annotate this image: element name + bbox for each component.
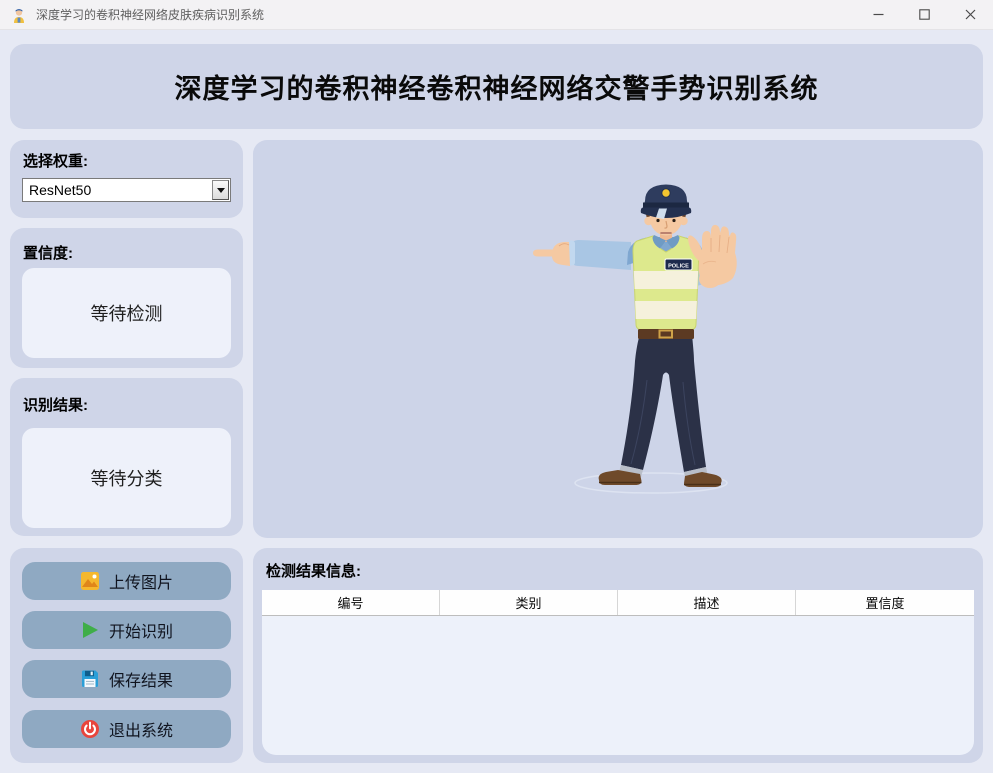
column-category: 类别 <box>440 590 618 615</box>
results-table-header: 编号 类别 描述 置信度 <box>262 590 974 616</box>
police-cap <box>640 184 692 219</box>
traffic-police-illustration: POLICE <box>513 180 753 495</box>
window-title: 深度学习的卷积神经网络皮肤疾病识别系统 <box>36 8 265 22</box>
header-banner: 深度学习的卷积神经卷积神经网络交警手势识别系统 <box>10 44 983 129</box>
start-recognition-label: 开始识别 <box>108 624 173 641</box>
minimize-icon <box>873 13 883 16</box>
eye-left <box>656 218 660 223</box>
pants <box>621 334 706 472</box>
result-label: 识别结果: <box>23 397 88 414</box>
svg-text:POLICE: POLICE <box>668 263 689 269</box>
pointing-arm <box>533 240 631 270</box>
police-badge: POLICE <box>664 258 693 271</box>
exit-system-label: 退出系统 <box>108 723 173 740</box>
weights-section: 选择权重: ResNet50 <box>10 140 243 218</box>
confidence-label: 置信度: <box>23 245 73 262</box>
cap-badge <box>661 188 671 198</box>
eye-right <box>672 218 676 223</box>
power-icon <box>80 719 100 739</box>
save-icon <box>80 669 100 689</box>
upload-image-label: 上传图片 <box>108 575 173 592</box>
play-icon <box>80 620 100 640</box>
maximize-button[interactable] <box>901 0 947 30</box>
column-description: 描述 <box>618 590 796 615</box>
column-id: 编号 <box>262 590 440 615</box>
weights-label: 选择权重: <box>23 153 88 170</box>
save-result-label: 保存结果 <box>108 673 173 690</box>
weights-dropdown[interactable]: ResNet50 <box>22 178 231 202</box>
result-section: 识别结果: 等待分类 <box>10 378 243 536</box>
belt <box>638 329 694 339</box>
officer-head <box>640 184 692 236</box>
result-value-box: 等待分类 <box>22 428 231 528</box>
results-label: 检测结果信息: <box>266 563 361 580</box>
results-table-body[interactable] <box>262 616 974 755</box>
close-button[interactable] <box>947 0 993 30</box>
save-result-button[interactable]: 保存结果 <box>22 660 231 698</box>
close-icon <box>965 9 975 20</box>
start-recognition-button[interactable]: 开始识别 <box>22 611 231 649</box>
minimize-button[interactable] <box>855 0 901 30</box>
dropdown-arrow-icon[interactable] <box>212 180 229 200</box>
results-section: 检测结果信息: 编号 类别 描述 置信度 <box>253 548 983 763</box>
upload-image-button[interactable]: 上传图片 <box>22 562 231 600</box>
weights-selected-value: ResNet50 <box>29 182 92 198</box>
titlebar: 深度学习的卷积神经网络皮肤疾病识别系统 <box>0 0 993 30</box>
confidence-section: 置信度: 等待检测 <box>10 228 243 368</box>
app-window-icon <box>10 6 28 24</box>
confidence-value-box: 等待检测 <box>22 268 231 358</box>
page-title: 深度学习的卷积神经卷积神经网络交警手势识别系统 <box>174 74 819 104</box>
image-display-area: POLICE <box>253 140 983 538</box>
image-upload-icon <box>80 571 100 591</box>
window-controls <box>855 0 993 30</box>
column-confidence: 置信度 <box>865 596 905 611</box>
maximize-icon <box>918 9 930 20</box>
actions-section: 上传图片 开始识别 保存结果 退出系统 <box>10 548 243 763</box>
exit-system-button[interactable]: 退出系统 <box>22 710 231 748</box>
